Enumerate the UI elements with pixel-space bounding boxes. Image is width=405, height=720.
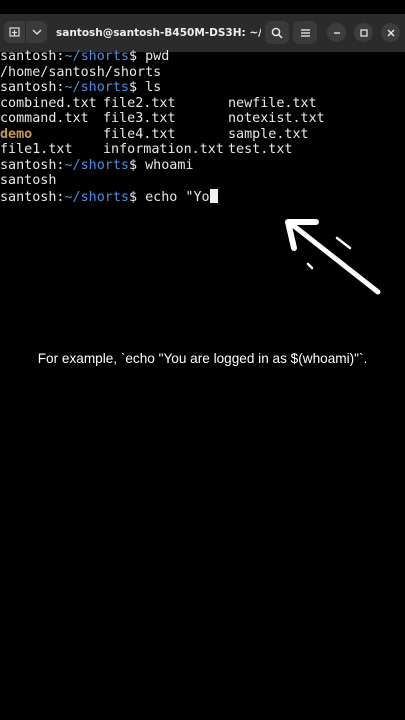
command-text: whoami (145, 157, 194, 173)
text-cursor (209, 188, 218, 203)
prompt-path: ~/shorts (64, 80, 130, 95)
ls-row: demo file4.txt sample.txt (0, 127, 405, 143)
menu-icon (300, 28, 310, 37)
tab-controls (4, 21, 47, 43)
prompt-symbol: $ (129, 189, 146, 205)
prompt-path: ~/shorts (64, 49, 130, 64)
prompt-path: ~/shorts (64, 157, 130, 173)
typed-command: echo "Yo (145, 189, 210, 205)
video-caption: For example, `echo "You are logged in as… (37, 351, 368, 366)
ls-entry: notexist.txt (228, 111, 325, 126)
prompt-line: santosh:~/shorts$ pwd (0, 49, 405, 65)
prompt-symbol: $ (129, 49, 146, 64)
ls-row: combined.txt file2.txt newfile.txt (0, 96, 405, 112)
ls-entry: file1.txt (0, 142, 73, 157)
window-title: santosh@santosh-B450M-DS3H: ~/shorts (56, 27, 261, 39)
prompt-user: santosh: (0, 157, 65, 173)
tab-dropdown-button[interactable] (25, 21, 47, 43)
ls-entry: combined.txt (0, 95, 97, 111)
current-prompt-line[interactable]: santosh:~/shorts$ echo "Yo (0, 188, 405, 205)
pointer-arrow-icon (285, 219, 381, 295)
ls-entry: newfile.txt (228, 95, 317, 111)
command-text: pwd (145, 49, 170, 64)
prompt-symbol: $ (129, 80, 146, 95)
ls-entry: file4.txt (103, 126, 176, 142)
prompt-line: santosh:~/shorts$ ls (0, 80, 405, 96)
ls-entry: file2.txt (103, 95, 176, 111)
chevron-down-icon (32, 29, 41, 35)
ls-entry: test.txt (228, 142, 293, 157)
prompt-user: santosh: (0, 80, 65, 95)
ls-entry: sample.txt (228, 126, 309, 142)
new-tab-button[interactable] (4, 21, 25, 43)
command-text: ls (145, 80, 162, 95)
prompt-symbol: $ (129, 157, 146, 173)
prompt-line: santosh:~/shorts$ whoami (0, 158, 405, 174)
close-button[interactable] (381, 23, 400, 42)
command-output: /home/santosh/shorts (0, 64, 162, 80)
ls-entry: file3.txt (103, 111, 176, 126)
ls-row: file1.txt information.txt test.txt (0, 142, 405, 158)
maximize-button[interactable] (354, 23, 373, 42)
close-icon (387, 29, 394, 36)
command-output: santosh (0, 173, 57, 188)
minimize-button[interactable] (327, 23, 346, 42)
ls-directory-entry: demo (0, 126, 33, 142)
minimize-icon (333, 31, 340, 34)
maximize-icon (359, 28, 368, 37)
prompt-user: santosh: (0, 49, 65, 64)
menu-button[interactable] (293, 21, 317, 44)
new-tab-icon (9, 27, 20, 37)
ls-entry: information.txt (103, 142, 224, 157)
ls-entry: command.txt (0, 111, 89, 126)
search-icon (271, 27, 283, 39)
prompt-path: ~/shorts (64, 189, 130, 205)
terminal-output[interactable]: santosh:~/shorts$ pwd /home/santosh/shor… (0, 49, 405, 205)
prompt-user: santosh: (0, 189, 65, 205)
ls-row: command.txt file3.txt notexist.txt (0, 111, 405, 127)
terminal-titlebar: santosh@santosh-B450M-DS3H: ~/shorts (0, 14, 405, 52)
search-button[interactable] (265, 21, 289, 44)
